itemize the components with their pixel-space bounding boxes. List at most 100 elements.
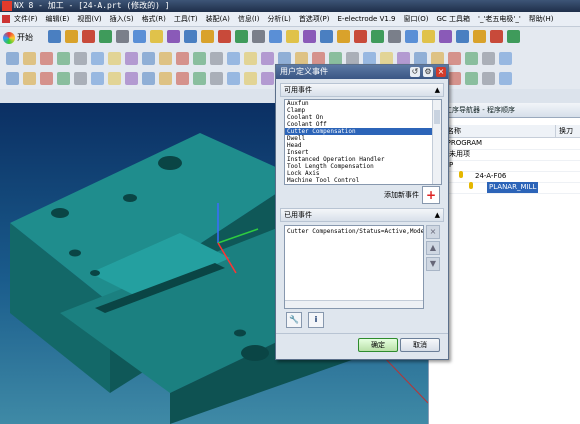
toolbar-tool-icon[interactable]	[57, 52, 70, 65]
toolbar-tool-icon[interactable]	[40, 72, 53, 85]
toolbar-tool-icon[interactable]	[23, 72, 36, 85]
toolbar-tool-icon[interactable]	[150, 30, 163, 43]
scroll-thumb[interactable]	[434, 110, 440, 124]
info-icon[interactable]: i	[308, 312, 324, 328]
move-up-icon[interactable]: ▲	[426, 241, 440, 255]
toolbar-tool-icon[interactable]	[210, 52, 223, 65]
toolbar-tool-icon[interactable]	[74, 52, 87, 65]
ok-button[interactable]: 确定	[358, 338, 398, 352]
toolbar-tool-icon[interactable]	[465, 72, 478, 85]
toolbar-tool-icon[interactable]	[57, 72, 70, 85]
toolbar-tool-icon[interactable]	[448, 72, 461, 85]
toolbar-tool-icon[interactable]	[176, 72, 189, 85]
menu-item[interactable]: GC 工具箱	[437, 15, 471, 23]
event-list-item[interactable]: Insert	[285, 149, 441, 156]
toolbar-tool-icon[interactable]	[269, 30, 282, 43]
used-events-header[interactable]: 已用事件 ▲	[280, 208, 444, 222]
toolbar-tool-icon[interactable]	[65, 30, 78, 43]
toolbar-tool-icon[interactable]	[244, 72, 257, 85]
start-button[interactable]: 开始	[3, 31, 33, 45]
menu-item[interactable]: 编辑(E)	[46, 15, 70, 23]
toolbar-tool-icon[interactable]	[6, 72, 19, 85]
menu-item[interactable]: 插入(S)	[110, 15, 134, 23]
toolbar-tool-icon[interactable]	[337, 30, 350, 43]
menu-item[interactable]: 分析(L)	[267, 15, 290, 23]
menu-item[interactable]: 窗口(O)	[404, 15, 429, 23]
toolbar-tool-icon[interactable]	[99, 30, 112, 43]
toolbar-tool-icon[interactable]	[482, 52, 495, 65]
toolbar-tool-icon[interactable]	[244, 52, 257, 65]
toolbar-tool-icon[interactable]	[448, 52, 461, 65]
event-list-item[interactable]: Dwell	[285, 135, 441, 142]
used-events-scrollbar[interactable]	[285, 300, 423, 308]
events-scrollbar[interactable]	[432, 100, 441, 184]
event-list-item[interactable]: Cutter Compensation	[285, 128, 441, 135]
toolbar-tool-icon[interactable]	[227, 52, 240, 65]
menu-item[interactable]: 格式(R)	[142, 15, 166, 23]
toolbar-tool-icon[interactable]	[82, 30, 95, 43]
toolbar-tool-icon[interactable]	[40, 52, 53, 65]
toolbar-tool-icon[interactable]	[507, 30, 520, 43]
toolbar-tool-icon[interactable]	[388, 30, 401, 43]
toolbar-tool-icon[interactable]	[218, 30, 231, 43]
toolbar-tool-icon[interactable]	[422, 30, 435, 43]
toolbar-tool-icon[interactable]	[261, 72, 274, 85]
toolbar-tool-icon[interactable]	[74, 72, 87, 85]
toolbar-tool-icon[interactable]	[159, 52, 172, 65]
toolbar-tool-icon[interactable]	[108, 52, 121, 65]
toolbar-tool-icon[interactable]	[125, 72, 138, 85]
toolbar-tool-icon[interactable]	[456, 30, 469, 43]
used-events-list[interactable]: Cutter Compensation/Status=Active,Mode	[284, 225, 424, 309]
available-events-list[interactable]: Auxfun Clamp Coolant On Coolant Off Cutter C…	[284, 99, 442, 185]
toolbar-tool-icon[interactable]	[193, 72, 206, 85]
event-list-item[interactable]: Lock Axis	[285, 170, 441, 177]
event-list-item[interactable]: Coolant Off	[285, 121, 441, 128]
toolbar-tool-icon[interactable]	[499, 72, 512, 85]
app-menu-icon[interactable]	[2, 15, 10, 23]
toolbar-tool-icon[interactable]	[405, 30, 418, 43]
add-event-button[interactable]: +	[422, 186, 440, 204]
menu-item[interactable]: 首选项(P)	[299, 15, 330, 23]
move-down-icon[interactable]: ▼	[426, 257, 440, 271]
toolbar-tool-icon[interactable]	[482, 72, 495, 85]
toolbar-tool-icon[interactable]	[439, 30, 452, 43]
toolbar-tool-icon[interactable]	[176, 52, 189, 65]
column-name[interactable]: 名称	[447, 125, 461, 137]
toolbar-tool-icon[interactable]	[499, 52, 512, 65]
event-list-item[interactable]: Machine Tool Control	[285, 177, 441, 184]
cancel-button[interactable]: 取消	[400, 338, 440, 352]
toolbar-tool-icon[interactable]	[354, 30, 367, 43]
column-tool-change[interactable]: 换刀	[555, 125, 573, 137]
toolbar-tool-icon[interactable]	[320, 30, 333, 43]
menu-item[interactable]: E-electrode V1.9	[338, 15, 396, 23]
menu-item[interactable]: 帮助(H)	[529, 15, 554, 23]
toolbar-tool-icon[interactable]	[159, 72, 172, 85]
menu-item[interactable]: 装配(A)	[206, 15, 230, 23]
toolbar-tool-icon[interactable]	[193, 52, 206, 65]
event-list-item[interactable]: Auxfun	[285, 100, 441, 107]
menu-item[interactable]: 文件(F)	[14, 15, 38, 23]
toolbar-tool-icon[interactable]	[142, 52, 155, 65]
toolbar-tool-icon[interactable]	[91, 72, 104, 85]
used-event-item[interactable]: Cutter Compensation/Status=Active,Mode	[285, 226, 423, 238]
toolbar-tool-icon[interactable]	[23, 52, 36, 65]
close-icon[interactable]: ×	[436, 67, 446, 77]
toolbar-tool-icon[interactable]	[303, 30, 316, 43]
toolbar-tool-icon[interactable]	[473, 30, 486, 43]
toolbar-tool-icon[interactable]	[252, 30, 265, 43]
toolbar-tool-icon[interactable]	[167, 30, 180, 43]
menu-item[interactable]: 工具(T)	[174, 15, 198, 23]
event-list-item[interactable]: Coolant On	[285, 114, 441, 121]
toolbar-tool-icon[interactable]	[133, 30, 146, 43]
gear-icon[interactable]: ⚙	[423, 67, 433, 77]
nav-row-planar-mill[interactable]: PLANAR_MILL	[429, 182, 580, 194]
toolbar-tool-icon[interactable]	[210, 72, 223, 85]
toolbar-tool-icon[interactable]	[116, 30, 129, 43]
menu-item[interactable]: 视图(V)	[77, 15, 101, 23]
toolbar-tool-icon[interactable]	[286, 30, 299, 43]
event-list-item[interactable]: Clamp	[285, 107, 441, 114]
toolbar-tool-icon[interactable]	[235, 30, 248, 43]
menu-item[interactable]: 信息(I)	[238, 15, 260, 23]
toolbar-tool-icon[interactable]	[125, 52, 138, 65]
toolbar-tool-icon[interactable]	[6, 52, 19, 65]
